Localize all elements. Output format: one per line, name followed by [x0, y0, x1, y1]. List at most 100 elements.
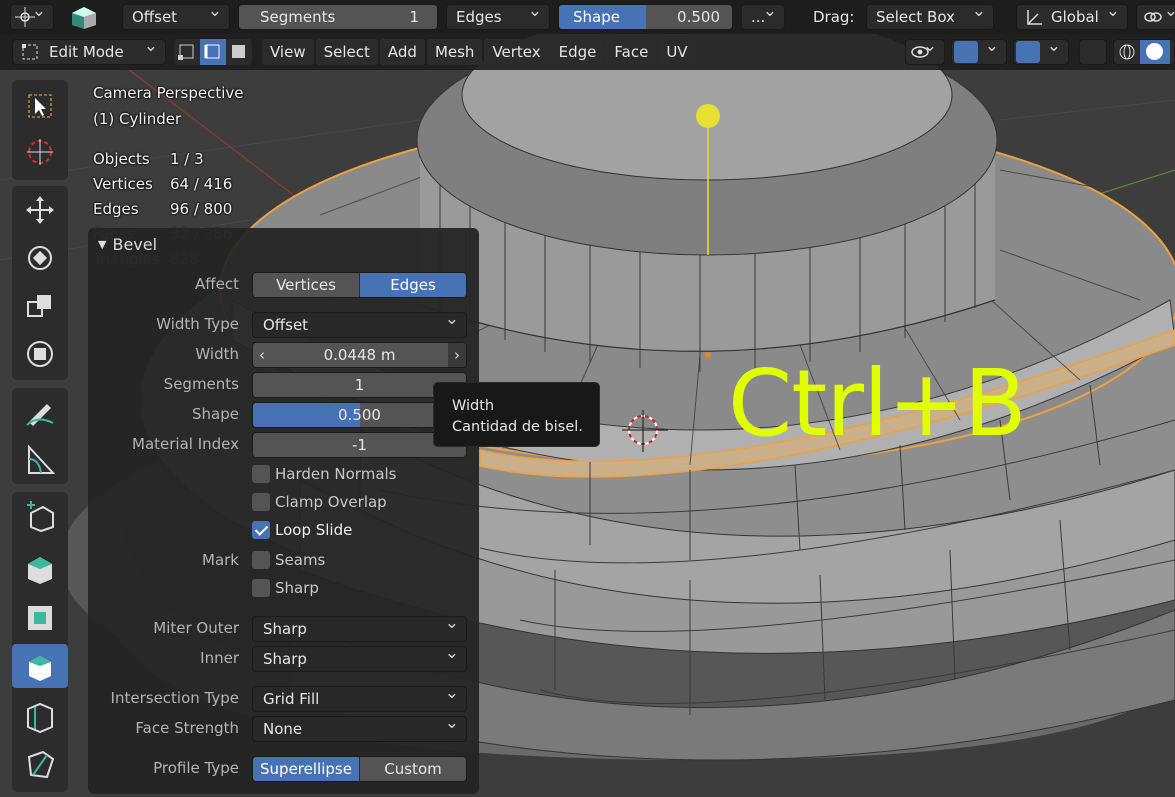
- menu-face[interactable]: Face: [606, 39, 657, 65]
- active-tool-bevel-icon: [66, 3, 102, 31]
- menu-edge[interactable]: Edge: [550, 39, 605, 65]
- harden-normals-box[interactable]: [252, 465, 270, 483]
- shading-mode-group[interactable]: [1113, 39, 1175, 65]
- wireframe-shading-icon[interactable]: [1118, 43, 1136, 61]
- drag-mode-dropdown[interactable]: Select Box: [866, 4, 994, 30]
- collapse-arrow-icon: ▼: [98, 238, 107, 251]
- cursor-icon[interactable]: [12, 130, 68, 174]
- menu-select[interactable]: Select: [315, 39, 378, 65]
- miter-outer-value: Sharp: [263, 620, 307, 638]
- affect-value: Edges: [456, 8, 502, 26]
- segments-field[interactable]: Segments 1: [238, 4, 438, 30]
- select-box-icon[interactable]: [12, 84, 68, 128]
- width-type-select[interactable]: Offset: [252, 307, 467, 338]
- harden-normals-checkbox[interactable]: Harden Normals: [252, 463, 397, 485]
- intersection-type-select[interactable]: Grid Fill: [252, 681, 467, 712]
- visibility-dropdown[interactable]: [905, 39, 945, 65]
- affect-toggle[interactable]: Vertices Edges: [252, 272, 467, 298]
- shortcut-overlay-text: Ctrl+B: [728, 350, 1027, 457]
- bevel-icon[interactable]: [12, 644, 68, 688]
- face-strength-select[interactable]: None: [252, 711, 467, 742]
- width-type-label: Width Type: [156, 315, 239, 333]
- edge-select-icon[interactable]: [200, 39, 226, 65]
- transform-icon[interactable]: [12, 332, 68, 376]
- loop-slide-box[interactable]: [252, 521, 270, 539]
- overlays-dropdown[interactable]: [1013, 39, 1069, 65]
- gizmo-dropdown[interactable]: [951, 39, 1007, 65]
- profile-custom-button[interactable]: Custom: [360, 757, 466, 781]
- mode-value: Edit Mode: [49, 43, 124, 61]
- sharp-box[interactable]: [252, 579, 270, 597]
- stat-label: Objects: [93, 150, 150, 168]
- affect-label: Affect: [195, 275, 239, 293]
- clamp-overlap-box[interactable]: [252, 493, 270, 511]
- harden-normals-label: Harden Normals: [275, 465, 397, 483]
- seams-box[interactable]: [252, 551, 270, 569]
- seams-label: Seams: [275, 551, 326, 569]
- panel-shape-label: Shape: [192, 405, 239, 423]
- face-select-icon[interactable]: [226, 39, 252, 65]
- material-index-value: -1: [352, 436, 367, 454]
- transform-orientation-dropdown[interactable]: Global: [1016, 4, 1128, 30]
- shape-slider[interactable]: Shape 0.500: [558, 4, 733, 30]
- menu-uv[interactable]: UV: [658, 39, 696, 65]
- decrement-arrow-icon[interactable]: ‹: [259, 343, 265, 367]
- seams-checkbox[interactable]: Seams: [252, 549, 325, 571]
- sharp-checkbox[interactable]: Sharp: [252, 577, 319, 599]
- stat-value: 1 / 3: [170, 150, 204, 168]
- loop-slide-checkbox[interactable]: Loop Slide: [252, 519, 352, 541]
- menu-mesh[interactable]: Mesh: [426, 39, 483, 65]
- segments-value: 1: [409, 8, 419, 26]
- bevel-operator-panel[interactable]: ▼ Bevel Affect Vertices Edges Width Type …: [88, 228, 479, 794]
- loop-cut-icon[interactable]: [12, 694, 68, 738]
- profile-type-toggle[interactable]: Superellipse Custom: [252, 756, 467, 782]
- intersection-type-value: Grid Fill: [263, 690, 320, 708]
- object-origin: [705, 352, 711, 358]
- menu-view[interactable]: View: [262, 39, 314, 65]
- width-tooltip: Width Cantidad de bisel.: [433, 382, 600, 447]
- miter-outer-select[interactable]: Sharp: [252, 611, 467, 642]
- panel-shape-value: 0.500: [338, 406, 381, 424]
- width-field[interactable]: ‹ 0.0448 m ›: [252, 342, 467, 368]
- move-icon[interactable]: [12, 188, 68, 232]
- panel-segments-value: 1: [354, 376, 365, 394]
- vertex-select-icon[interactable]: [174, 39, 200, 65]
- solid-shading-icon[interactable]: [1140, 40, 1170, 64]
- affect-dropdown[interactable]: Edges: [446, 4, 550, 30]
- add-cube-icon[interactable]: [12, 494, 68, 538]
- bevel-panel-header[interactable]: ▼ Bevel: [98, 235, 157, 254]
- miter-inner-value: Sharp: [263, 650, 307, 668]
- affect-edges-button[interactable]: Edges: [360, 273, 466, 297]
- mode-dropdown[interactable]: Edit Mode: [12, 39, 166, 65]
- rotate-icon[interactable]: [12, 236, 68, 280]
- width-value: 0.0448 m: [323, 346, 396, 364]
- clamp-overlap-checkbox[interactable]: Clamp Overlap: [252, 491, 387, 513]
- more-options-label: ...: [751, 8, 766, 26]
- width-type-dropdown[interactable]: Offset: [122, 4, 230, 30]
- scale-icon[interactable]: [12, 284, 68, 328]
- link-icon: [1144, 12, 1162, 22]
- miter-inner-select[interactable]: Sharp: [252, 641, 467, 672]
- measure-icon[interactable]: [12, 438, 68, 482]
- drag-mode-value: Select Box: [876, 8, 955, 26]
- more-options-dropdown[interactable]: ...: [741, 4, 785, 30]
- xray-toggle-icon[interactable]: [1079, 39, 1107, 65]
- profile-superellipse-button[interactable]: Superellipse: [253, 757, 359, 781]
- face-strength-value: None: [263, 720, 303, 738]
- increment-arrow-icon[interactable]: ›: [448, 343, 466, 367]
- inset-icon[interactable]: [12, 596, 68, 640]
- snap-dropdown[interactable]: [1136, 4, 1175, 30]
- object-name-label: (1) Cylinder: [93, 110, 182, 128]
- miter-outer-label: Miter Outer: [153, 619, 239, 637]
- pivot-point-dropdown[interactable]: [10, 4, 54, 30]
- affect-vertices-button[interactable]: Vertices: [253, 273, 359, 297]
- overlays-icon: [1016, 41, 1040, 63]
- view-name-label: Camera Perspective: [93, 84, 244, 102]
- menu-add[interactable]: Add: [379, 39, 425, 65]
- annotate-icon[interactable]: [12, 390, 68, 434]
- extrude-icon[interactable]: [12, 546, 68, 590]
- menu-vertex[interactable]: Vertex: [484, 39, 549, 65]
- knife-icon[interactable]: [12, 742, 68, 786]
- clamp-overlap-label: Clamp Overlap: [275, 493, 387, 511]
- panel-segments-label: Segments: [163, 375, 239, 393]
